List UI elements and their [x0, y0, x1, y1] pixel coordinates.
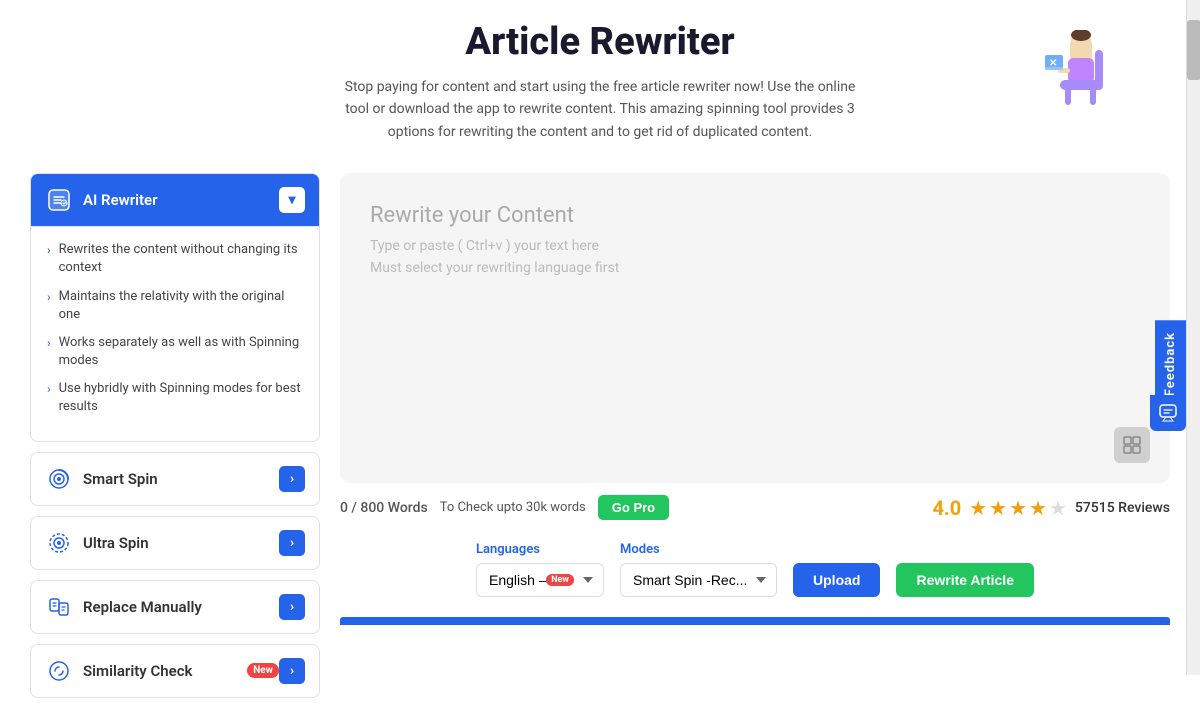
rating-score: 4.0	[932, 496, 961, 520]
editor-placeholder-title: Rewrite your Content	[370, 203, 1140, 228]
ultra-spin-label: Ultra Spin	[83, 534, 279, 552]
sidebar-item-ai-rewriter[interactable]: AI Rewriter ▾ › Rewrites the content wit…	[30, 173, 320, 442]
sidebar-item-similarity-check[interactable]: Similarity Check New ›	[30, 644, 320, 698]
smart-spin-icon	[45, 465, 73, 493]
feedback-icon-button[interactable]	[1150, 395, 1186, 431]
replace-manually-icon	[45, 593, 73, 621]
sidebar-item-smart-spin-header[interactable]: Smart Spin ›	[31, 453, 319, 505]
ultra-spin-chevron[interactable]: ›	[279, 530, 305, 556]
mode-control-group: Modes Smart Spin -Rec... Ultra Spin AI R…	[620, 542, 777, 597]
smart-spin-label: Smart Spin	[83, 470, 279, 488]
sidebar-item-ultra-spin[interactable]: Ultra Spin ›	[30, 516, 320, 570]
rewrite-article-button[interactable]: Rewrite Article	[896, 563, 1034, 597]
star-5: ★	[1049, 496, 1067, 520]
bullet-icon: ›	[47, 242, 51, 259]
ai-rewriter-label: AI Rewriter	[83, 191, 279, 209]
sidebar-item-ultra-spin-header[interactable]: Ultra Spin ›	[31, 517, 319, 569]
language-select-wrapper: English – EN Spanish – ES French – FR Ge…	[476, 563, 604, 597]
feature-item: › Use hybridly with Spinning modes for b…	[47, 380, 303, 416]
rating-area: 4.0 ★ ★ ★ ★ ★ 57515 Reviews	[932, 496, 1170, 520]
check-limit-text: To Check upto 30k words	[440, 500, 586, 515]
editor-placeholder-warning: Must select your rewriting language firs…	[370, 260, 1140, 276]
editor-placeholder-hint: Type or paste ( Ctrl+v ) your text here	[370, 238, 1140, 254]
header-description: Stop paying for content and start using …	[340, 76, 860, 143]
ai-rewriter-icon	[45, 186, 73, 214]
sidebar-item-ai-rewriter-header[interactable]: AI Rewriter ▾	[31, 174, 319, 226]
reviews-count: 57515 Reviews	[1075, 500, 1170, 516]
sidebar-item-similarity-check-header[interactable]: Similarity Check New ›	[31, 645, 319, 697]
stars: ★ ★ ★ ★ ★	[969, 496, 1067, 520]
editor-format-icon	[1114, 427, 1150, 463]
sidebar-item-replace-manually-header[interactable]: Replace Manually ›	[31, 581, 319, 633]
language-control-group: Languages English – EN Spanish – ES Fren…	[476, 542, 604, 597]
smart-spin-chevron[interactable]: ›	[279, 466, 305, 492]
star-4: ★	[1029, 496, 1047, 520]
star-3: ★	[1009, 496, 1027, 520]
sidebar-item-replace-manually[interactable]: Replace Manually ›	[30, 580, 320, 634]
editor-container[interactable]: Rewrite your Content Type or paste ( Ctr…	[340, 173, 1170, 483]
bottom-blue-bar	[340, 617, 1170, 625]
upload-button[interactable]: Upload	[793, 563, 880, 597]
mode-select[interactable]: Smart Spin -Rec... Ultra Spin AI Rewrite…	[620, 563, 777, 597]
ai-rewriter-features: › Rewrites the content without changing …	[31, 226, 319, 441]
sidebar: AI Rewriter ▾ › Rewrites the content wit…	[30, 173, 320, 708]
header-illustration: ✕	[1040, 30, 1120, 124]
similarity-check-label: Similarity Check	[83, 662, 239, 680]
feature-item: › Works separately as well as with Spinn…	[47, 334, 303, 370]
word-count: 0 / 800 Words	[340, 500, 428, 516]
sidebar-item-smart-spin[interactable]: Smart Spin ›	[30, 452, 320, 506]
ai-rewriter-chevron[interactable]: ▾	[279, 187, 305, 213]
languages-label: Languages	[476, 542, 604, 557]
main-area: Rewrite your Content Type or paste ( Ctr…	[340, 173, 1170, 708]
feature-item: › Maintains the relativity with the orig…	[47, 288, 303, 324]
replace-manually-chevron[interactable]: ›	[279, 594, 305, 620]
modes-label: Modes	[620, 542, 777, 557]
page-header: Article Rewriter Stop paying for content…	[30, 20, 1170, 163]
page-title: Article Rewriter	[30, 20, 1170, 64]
feature-item: › Rewrites the content without changing …	[47, 241, 303, 277]
ultra-spin-icon	[45, 529, 73, 557]
language-select[interactable]: English – EN Spanish – ES French – FR Ge…	[476, 563, 604, 597]
bottom-controls: Languages English – EN Spanish – ES Fren…	[340, 532, 1170, 607]
new-badge: New	[247, 663, 279, 678]
svg-text:✕: ✕	[1049, 58, 1057, 69]
go-pro-button[interactable]: Go Pro	[598, 495, 669, 520]
replace-manually-label: Replace Manually	[83, 598, 279, 616]
word-count-bar: 0 / 800 Words To Check upto 30k words Go…	[340, 483, 1170, 532]
star-2: ★	[989, 496, 1007, 520]
similarity-check-chevron[interactable]: ›	[279, 658, 305, 684]
bullet-icon: ›	[47, 289, 51, 306]
bullet-icon: ›	[47, 335, 51, 352]
similarity-check-icon	[45, 657, 73, 685]
bullet-icon: ›	[47, 381, 51, 398]
star-1: ★	[969, 496, 987, 520]
